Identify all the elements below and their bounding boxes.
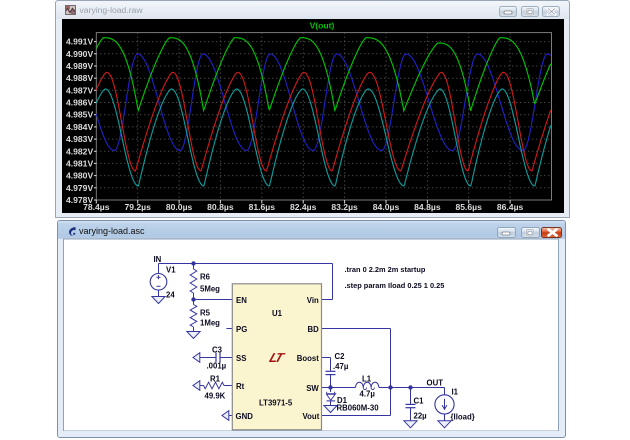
svg-text:.step param Iload 0.25 1 0.25: .step param Iload 0.25 1 0.25 — [345, 281, 445, 290]
svg-text:4.983V: 4.983V — [66, 134, 94, 144]
svg-text:80.0µs: 80.0µs — [166, 202, 193, 212]
svg-text:.001µ: .001µ — [207, 362, 227, 371]
svg-text:.tran 0 2.2m 2m startup: .tran 0 2.2m 2m startup — [345, 265, 426, 274]
svg-text:4.7µ: 4.7µ — [360, 390, 376, 399]
svg-text:SW: SW — [306, 384, 319, 393]
svg-text:4.984V: 4.984V — [66, 122, 94, 132]
svg-text:22µ: 22µ — [414, 412, 428, 421]
svg-text:IN: IN — [154, 255, 162, 264]
svg-text:U1: U1 — [272, 309, 283, 318]
svg-text:C3: C3 — [212, 345, 223, 354]
svg-text:R6: R6 — [200, 273, 211, 282]
svg-text:5Meg: 5Meg — [200, 285, 220, 294]
svg-text:R5: R5 — [200, 309, 211, 318]
svg-text:85.6µs: 85.6µs — [455, 202, 482, 212]
svg-text:Boost: Boost — [297, 354, 319, 363]
svg-text:83.2µs: 83.2µs — [331, 202, 358, 212]
svg-text:4.981V: 4.981V — [66, 158, 94, 168]
svg-text:R1: R1 — [210, 374, 221, 383]
svg-text:{Iload}: {Iload} — [451, 413, 475, 422]
svg-text:SS: SS — [236, 354, 246, 363]
svg-text:OUT: OUT — [427, 378, 444, 387]
svg-text:49.9K: 49.9K — [205, 392, 226, 401]
svg-text:GND: GND — [236, 412, 254, 421]
svg-text:4.979V: 4.979V — [66, 183, 94, 193]
svg-text:24: 24 — [166, 291, 175, 300]
svg-text:LT3971-5: LT3971-5 — [259, 399, 293, 408]
svg-text:4.985V: 4.985V — [66, 110, 94, 120]
svg-text:Vout: Vout — [303, 412, 320, 421]
svg-text:1Meg: 1Meg — [200, 319, 220, 328]
svg-text:I1: I1 — [452, 388, 459, 397]
svg-text:4.989V: 4.989V — [66, 61, 94, 71]
svg-text:BD: BD — [308, 325, 320, 334]
svg-text:4.982V: 4.982V — [66, 146, 94, 156]
svg-text:4.991V: 4.991V — [66, 37, 94, 47]
svg-text:EN: EN — [236, 296, 247, 305]
svg-text:C2: C2 — [335, 352, 346, 361]
svg-text:79.2µs: 79.2µs — [124, 202, 151, 212]
svg-text:PG: PG — [236, 325, 247, 334]
svg-text:4.988V: 4.988V — [66, 73, 94, 83]
svg-text:84.8µs: 84.8µs — [414, 202, 441, 212]
svg-text:80.8µs: 80.8µs — [207, 202, 234, 212]
svg-text:4.987V: 4.987V — [66, 85, 94, 95]
svg-text:RB060M-30: RB060M-30 — [337, 404, 380, 413]
svg-text:82.4µs: 82.4µs — [290, 202, 317, 212]
svg-text:4.990V: 4.990V — [66, 49, 94, 59]
svg-text:81.6µs: 81.6µs — [249, 202, 276, 212]
svg-text:V1: V1 — [166, 266, 176, 275]
svg-text:C1: C1 — [414, 396, 425, 405]
svg-text:4.986V: 4.986V — [66, 98, 94, 108]
svg-text:4.980V: 4.980V — [66, 171, 94, 181]
svg-text:Vin: Vin — [307, 296, 319, 305]
svg-text:84.0µs: 84.0µs — [373, 202, 400, 212]
svg-text:L1: L1 — [362, 374, 372, 383]
svg-text:86.4µs: 86.4µs — [497, 202, 524, 212]
svg-text:Rt: Rt — [236, 382, 245, 391]
svg-text:.47µ: .47µ — [333, 362, 349, 371]
svg-text:V(out): V(out) — [310, 21, 335, 31]
svg-text:78.4µs: 78.4µs — [83, 202, 110, 212]
